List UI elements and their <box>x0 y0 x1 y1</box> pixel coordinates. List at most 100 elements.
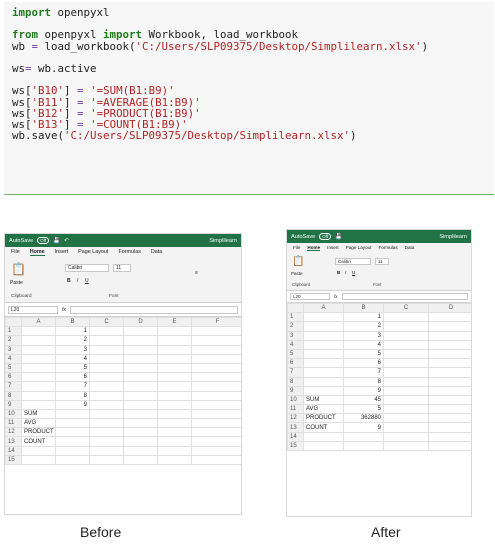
cell-b9[interactable]: 9 <box>343 385 384 396</box>
row-header[interactable]: 13 <box>287 422 304 433</box>
cell-a5[interactable] <box>21 362 56 374</box>
cell-c9[interactable] <box>383 385 429 396</box>
tab-home[interactable]: Home <box>29 249 45 256</box>
align-icon[interactable]: ≡ <box>195 270 198 276</box>
select-all-corner[interactable] <box>5 316 22 328</box>
cell-f10[interactable] <box>191 408 241 420</box>
italic-button[interactable]: I <box>345 270 346 275</box>
cell-a1[interactable] <box>21 326 56 337</box>
cell-b6[interactable]: 6 <box>343 358 384 369</box>
row-header[interactable]: 5 <box>5 362 22 374</box>
tab-data[interactable]: Data <box>405 245 415 251</box>
row-header[interactable]: 15 <box>5 454 22 466</box>
cell-f12[interactable] <box>191 427 241 438</box>
cell-d2[interactable] <box>428 321 471 332</box>
cell-c2[interactable] <box>89 335 124 346</box>
cell-b2[interactable]: 2 <box>343 321 384 332</box>
cell-a6[interactable] <box>21 372 56 383</box>
row-header[interactable]: 1 <box>287 312 304 323</box>
column-header-a[interactable]: A <box>21 316 56 328</box>
cell-d12[interactable] <box>428 413 471 424</box>
cell-a8[interactable] <box>21 390 56 401</box>
column-header-c[interactable]: C <box>89 316 124 328</box>
cell-c5[interactable] <box>89 362 124 374</box>
name-box[interactable]: L20 <box>290 293 330 300</box>
cell-a10[interactable]: SUM <box>21 408 56 420</box>
cell-a3[interactable] <box>21 344 56 355</box>
cell-e13[interactable] <box>157 436 192 447</box>
cell-d8[interactable] <box>428 376 471 387</box>
autosave-toggle[interactable]: Off <box>319 233 332 240</box>
row-header[interactable]: 3 <box>287 330 304 341</box>
row-header[interactable]: 11 <box>5 418 22 429</box>
row-header[interactable]: 12 <box>287 413 304 424</box>
cell-b13[interactable] <box>55 436 90 447</box>
column-header-e[interactable]: E <box>157 316 192 328</box>
cell-e10[interactable] <box>157 408 192 420</box>
cell-e4[interactable] <box>157 353 192 364</box>
cell-d4[interactable] <box>123 353 158 364</box>
cell-b4[interactable]: 4 <box>55 353 90 364</box>
cell-d1[interactable] <box>428 312 471 323</box>
cell-a15[interactable] <box>21 454 56 466</box>
cell-c15[interactable] <box>89 454 124 466</box>
cell-a10[interactable]: SUM <box>303 394 344 406</box>
cell-a13[interactable]: COUNT <box>21 436 56 447</box>
cell-b15[interactable] <box>343 440 384 452</box>
tab-formulas[interactable]: Formulas <box>378 245 397 251</box>
cell-d9[interactable] <box>123 399 158 410</box>
cell-c14[interactable] <box>383 431 429 442</box>
cell-d5[interactable] <box>123 362 158 374</box>
formula-input[interactable] <box>341 293 468 300</box>
cell-a9[interactable] <box>21 399 56 410</box>
column-header-b[interactable]: B <box>55 316 90 328</box>
cell-c12[interactable] <box>383 413 429 424</box>
cell-d14[interactable] <box>428 431 471 442</box>
cell-e14[interactable] <box>157 445 192 456</box>
tab-insert[interactable]: Insert <box>55 249 68 256</box>
cell-f4[interactable] <box>191 353 241 364</box>
row-header[interactable]: 4 <box>287 339 304 350</box>
row-header[interactable]: 10 <box>287 394 304 406</box>
cell-a2[interactable] <box>21 335 56 346</box>
cell-c1[interactable] <box>89 326 124 337</box>
tab-data[interactable]: Data <box>151 249 162 256</box>
row-header[interactable]: 13 <box>5 436 22 447</box>
select-all-corner[interactable] <box>287 302 304 314</box>
cell-d12[interactable] <box>123 427 158 438</box>
cell-e8[interactable] <box>157 390 192 401</box>
font-size-select[interactable]: 11 <box>113 264 131 272</box>
cell-f14[interactable] <box>191 445 241 456</box>
cell-b8[interactable]: 8 <box>55 390 90 401</box>
cell-b6[interactable]: 6 <box>55 372 90 383</box>
italic-button[interactable]: I <box>77 278 78 284</box>
cell-d1[interactable] <box>123 326 158 337</box>
cell-b7[interactable]: 7 <box>55 381 90 392</box>
row-header[interactable]: 2 <box>287 321 304 332</box>
cell-d13[interactable] <box>428 422 471 433</box>
row-header[interactable]: 2 <box>5 335 22 346</box>
cell-a14[interactable] <box>303 431 344 442</box>
row-header[interactable]: 12 <box>5 427 22 438</box>
cell-a7[interactable] <box>21 381 56 392</box>
tab-formulas[interactable]: Formulas <box>118 249 140 256</box>
cell-f2[interactable] <box>191 335 241 346</box>
tab-page-layout[interactable]: Page Layout <box>346 245 372 251</box>
cell-f9[interactable] <box>191 399 241 410</box>
tab-home[interactable]: Home <box>307 245 321 251</box>
cell-a14[interactable] <box>21 445 56 456</box>
cell-c5[interactable] <box>383 348 429 360</box>
cell-d2[interactable] <box>123 335 158 346</box>
cell-b10[interactable] <box>55 408 90 420</box>
cell-a11[interactable]: AVG <box>303 404 344 415</box>
cell-a12[interactable]: PRODUCT <box>303 413 344 424</box>
cell-d10[interactable] <box>428 394 471 406</box>
cell-d15[interactable] <box>428 440 471 452</box>
cell-a9[interactable] <box>303 385 344 396</box>
cell-c13[interactable] <box>383 422 429 433</box>
cell-a8[interactable] <box>303 376 344 387</box>
row-header[interactable]: 8 <box>287 376 304 387</box>
cell-a13[interactable]: COUNT <box>303 422 344 433</box>
cell-b13[interactable]: 9 <box>343 422 384 433</box>
cell-d3[interactable] <box>123 344 158 355</box>
